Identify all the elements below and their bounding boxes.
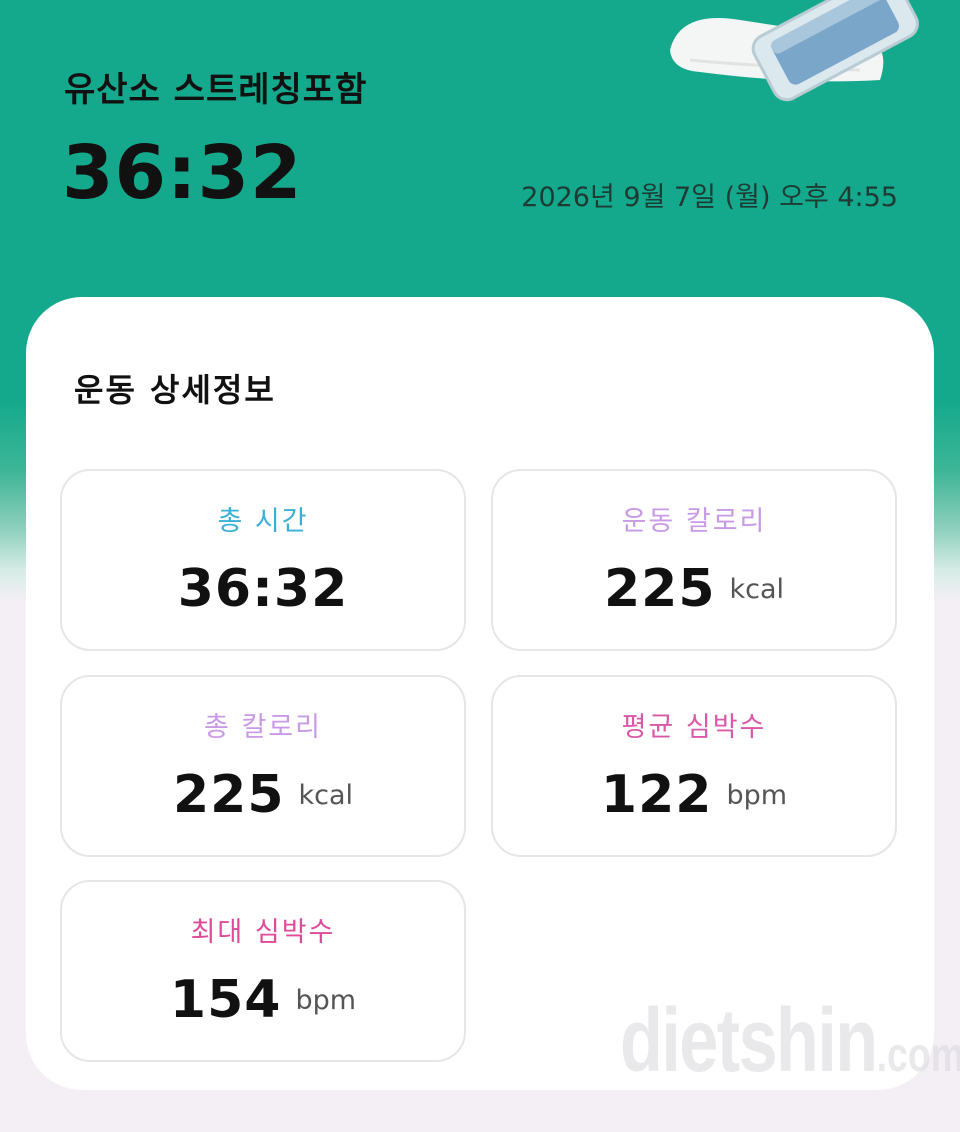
stat-unit: bpm	[295, 985, 357, 1016]
stat-label: 최대 심박수	[190, 917, 336, 948]
workout-name: 유산소 스트레칭포함	[64, 70, 368, 110]
stat-label: 평균 심박수	[621, 712, 767, 743]
towel-bottle-illustration	[670, 0, 919, 102]
watermark-brand: dietshin	[620, 991, 878, 1091]
stat-unit: bpm	[726, 780, 788, 811]
card-title: 운동 상세정보	[74, 371, 276, 409]
stat-value: 225	[172, 765, 285, 825]
stat-unit: kcal	[298, 780, 354, 811]
workout-datetime: 2026년 9월 7일 (월) 오후 4:55	[521, 182, 898, 213]
stat-value: 154	[169, 970, 282, 1030]
stat-value: 122	[600, 765, 713, 825]
stat-label: 운동 칼로리	[621, 506, 767, 537]
stat-value: 36:32	[177, 559, 349, 619]
stat-label: 총 시간	[217, 506, 309, 537]
stat-value: 225	[603, 559, 716, 619]
stat-avg-heart-rate: 평균 심박수 122 bpm	[491, 675, 897, 857]
watermark-suffix: .com	[876, 1029, 960, 1082]
dietshin-watermark-logo: dietshin.com	[620, 990, 960, 1093]
stat-total-time: 총 시간 36:32	[60, 469, 466, 651]
workout-duration: 36:32	[62, 130, 303, 216]
workout-detail-card: 운동 상세정보 총 시간 36:32 운동 칼로리 225 kcal 총 칼로리 …	[26, 297, 934, 1090]
stat-label: 총 칼로리	[204, 712, 322, 743]
stat-unit: kcal	[729, 574, 785, 605]
stat-total-calories: 총 칼로리 225 kcal	[60, 675, 466, 857]
stat-exercise-calories: 운동 칼로리 225 kcal	[491, 469, 897, 651]
stat-max-heart-rate: 최대 심박수 154 bpm	[60, 880, 466, 1062]
